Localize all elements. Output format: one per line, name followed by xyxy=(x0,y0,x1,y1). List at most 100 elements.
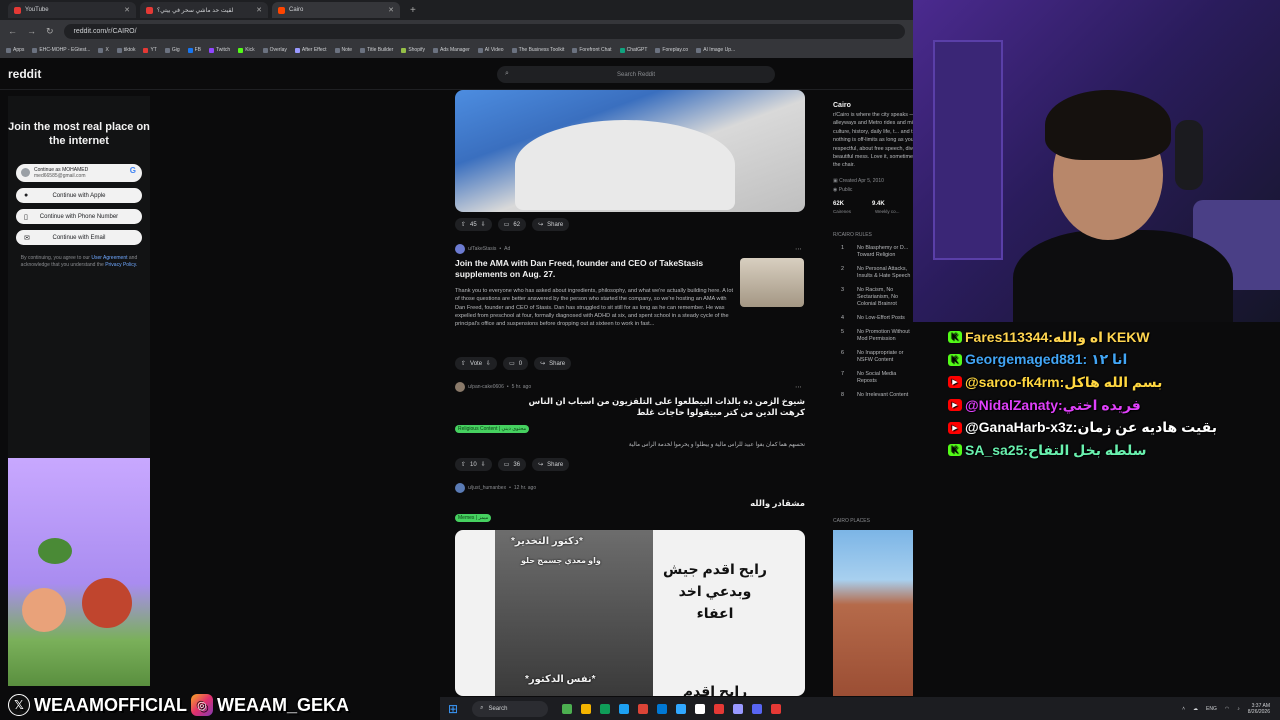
app-icon[interactable] xyxy=(695,703,706,714)
bookmark-item[interactable]: Foreplay.co xyxy=(655,47,688,53)
share-button[interactable]: ↪ Share xyxy=(532,458,570,471)
privacy-policy-link[interactable]: Privacy Policy. xyxy=(105,262,137,268)
comments-button[interactable]: ▭ 0 xyxy=(503,357,529,370)
app-icon[interactable] xyxy=(714,703,725,714)
taskbar-search[interactable]: ⌕ Search xyxy=(472,700,549,717)
app-icon[interactable] xyxy=(562,703,573,714)
post-meta: u/TakeStasis • Ad ⋯ xyxy=(455,244,802,254)
chat-message: ▶ @GanaHarb-x3z:بقيت هاديه عن زمان xyxy=(948,417,1278,439)
bookmark-item[interactable]: Overlay xyxy=(262,47,287,53)
search-input[interactable]: ⌕ Search Reddit xyxy=(497,66,775,83)
subreddit-description: r/Cairo is where the city speaks — from … xyxy=(833,112,913,169)
user-agreement-link[interactable]: User Agreement xyxy=(91,255,127,261)
continue-email-button[interactable]: ✉ Continue with Email xyxy=(16,230,142,245)
bookmark-item[interactable]: Apps xyxy=(6,47,24,53)
post-image[interactable] xyxy=(455,90,805,212)
bookmark-item[interactable]: After Effect xyxy=(294,47,327,53)
rule-item[interactable]: 5 No Promotion Without Mod Permission xyxy=(841,329,913,343)
bookmark-item[interactable]: FB xyxy=(187,47,201,53)
edge-icon[interactable] xyxy=(619,703,630,714)
rule-item[interactable]: 1 No Blasphemy or D... Toward Religion xyxy=(841,245,913,259)
bookmark-item[interactable]: Gig xyxy=(164,47,180,53)
bookmark-item[interactable]: X xyxy=(98,47,109,53)
bookmark-item[interactable]: Ads Manager xyxy=(433,47,470,53)
chrome-icon[interactable] xyxy=(638,703,649,714)
bookmark-item[interactable]: Title Builder xyxy=(360,47,393,53)
rule-item[interactable]: 8 No Irrelevant Content xyxy=(841,392,913,399)
photoshop-icon[interactable] xyxy=(676,703,687,714)
forward-icon[interactable]: → xyxy=(27,26,36,36)
apple-icon: ● xyxy=(24,192,29,199)
post-thumbnail[interactable] xyxy=(740,258,804,307)
continue-phone-button[interactable]: ▯ Continue with Phone Number xyxy=(16,209,142,224)
windows-start-icon[interactable]: ⊞ xyxy=(448,702,458,716)
post-title[interactable]: مشقادر والله xyxy=(517,498,805,509)
volume-icon[interactable]: ♪ xyxy=(1237,706,1240,712)
post-feed: ⇧ 45 ⇩ ▭ 62 ↪ Share u/TakeStasis • Ad ⋯ Join t… xyxy=(447,90,813,696)
premiere-icon[interactable] xyxy=(733,703,744,714)
comments-button[interactable]: ▭ 36 xyxy=(497,458,527,471)
new-tab-button[interactable]: + xyxy=(404,5,416,16)
share-icon: ↪ xyxy=(540,361,546,367)
continue-apple-button[interactable]: ● Continue with Apple xyxy=(16,188,142,203)
wifi-icon[interactable]: ◠ xyxy=(1225,706,1229,712)
share-button[interactable]: ↪ Share xyxy=(534,357,572,370)
reddit-logo[interactable]: reddit xyxy=(8,67,41,81)
headset-icon xyxy=(1175,120,1203,190)
vote-control[interactable]: ⇧ Vote ⇩ xyxy=(455,357,498,370)
rule-item[interactable]: 4 No Low-Effort Posts xyxy=(841,315,913,322)
bookmark-item[interactable]: YT xyxy=(143,47,157,53)
share-button[interactable]: ↪ Share xyxy=(532,218,570,231)
place-image[interactable] xyxy=(833,530,913,696)
rule-item[interactable]: 2 No Personal Attacks, Insults & Hate Spe… xyxy=(841,266,913,280)
terms-text: By continuing, you agree to our User Agr… xyxy=(20,255,138,268)
more-options-icon[interactable]: ⋯ xyxy=(795,245,802,253)
close-icon[interactable]: ✕ xyxy=(388,6,394,14)
post-title[interactable]: شيوخ الزمن ده بالذات البيطلعوا على التلف… xyxy=(517,396,805,418)
close-icon[interactable]: ✕ xyxy=(124,6,130,14)
post-title[interactable]: Join the AMA with Dan Freed, founder and… xyxy=(455,258,727,280)
continue-google-button[interactable]: Continue as MOHAMED med66585@gmail.com G xyxy=(16,164,142,182)
vote-control[interactable]: ⇧ 10 ⇩ xyxy=(455,458,492,471)
folder-icon[interactable] xyxy=(581,703,592,714)
cloud-icon[interactable]: ☁ xyxy=(1193,706,1198,712)
kick-icon: K xyxy=(948,331,962,343)
chat-message: ▶ @saroo-fk4rm:بسم الله هاكل xyxy=(948,371,1278,393)
rule-item[interactable]: 3 No Racism, No Sectarianism, No Colonial… xyxy=(841,287,913,308)
bookmark-item[interactable]: EHC-MOHP - EGtest... xyxy=(32,47,90,53)
bookmark-item[interactable]: The Business Toolkit xyxy=(511,47,564,53)
more-options-icon[interactable]: ⋯ xyxy=(795,383,802,391)
bookmark-item[interactable]: AI Video xyxy=(477,47,504,53)
bookmark-item[interactable]: Kick xyxy=(238,47,255,53)
promo-illustration xyxy=(8,458,150,686)
bookmark-item[interactable]: Shopify xyxy=(401,47,425,53)
discord-icon[interactable] xyxy=(752,703,763,714)
bookmark-item[interactable]: Twitch xyxy=(209,47,230,53)
post-flair[interactable]: Memes | ميمز xyxy=(455,514,492,522)
meme-image[interactable]: *دكتور التخدير* واو معدي جسمج حلو *نفس ا… xyxy=(455,530,805,696)
post-flair[interactable]: Religious Content | محتوى ديني xyxy=(455,425,530,433)
tab-video[interactable]: لقيت حد ماشي سحر في بيتي؟ ✕ xyxy=(140,2,268,18)
rule-item[interactable]: 7 No Social Media Reposts xyxy=(841,371,913,385)
comments-button[interactable]: ▭ 62 xyxy=(497,218,527,231)
app-icon[interactable] xyxy=(771,703,782,714)
clock[interactable]: 3:37 AM 8/26/2026 xyxy=(1248,703,1270,715)
close-icon[interactable]: ✕ xyxy=(256,6,262,14)
bookmark-item[interactable]: ChatGPT xyxy=(619,47,647,53)
tab-cairo[interactable]: Cairo ✕ xyxy=(272,2,400,18)
visibility: ◉ Public xyxy=(833,186,853,193)
chat-overlay: K Fares113344:اه والله KEKW K Georgemaged8… xyxy=(948,326,1278,462)
reload-icon[interactable]: ↻ xyxy=(46,26,54,37)
bookmark-item[interactable]: Forefront Chat xyxy=(572,47,612,53)
tab-youtube[interactable]: YouTube ✕ xyxy=(8,2,136,18)
bookmark-item[interactable]: AI Image Up... xyxy=(696,47,735,53)
url-field[interactable]: reddit.com/r/CAIRO/ xyxy=(63,23,905,39)
app-icon[interactable] xyxy=(657,703,668,714)
bookmark-item[interactable]: tiktok xyxy=(116,47,135,53)
rule-item[interactable]: 6 No Inappropriate or NSFW Content xyxy=(841,350,913,364)
back-icon[interactable]: ← xyxy=(8,26,17,36)
chevron-up-icon[interactable]: ˄ xyxy=(1182,706,1185,712)
app-icon[interactable] xyxy=(600,703,611,714)
vote-control[interactable]: ⇧ 45 ⇩ xyxy=(455,218,492,231)
bookmark-item[interactable]: Note xyxy=(334,47,352,53)
